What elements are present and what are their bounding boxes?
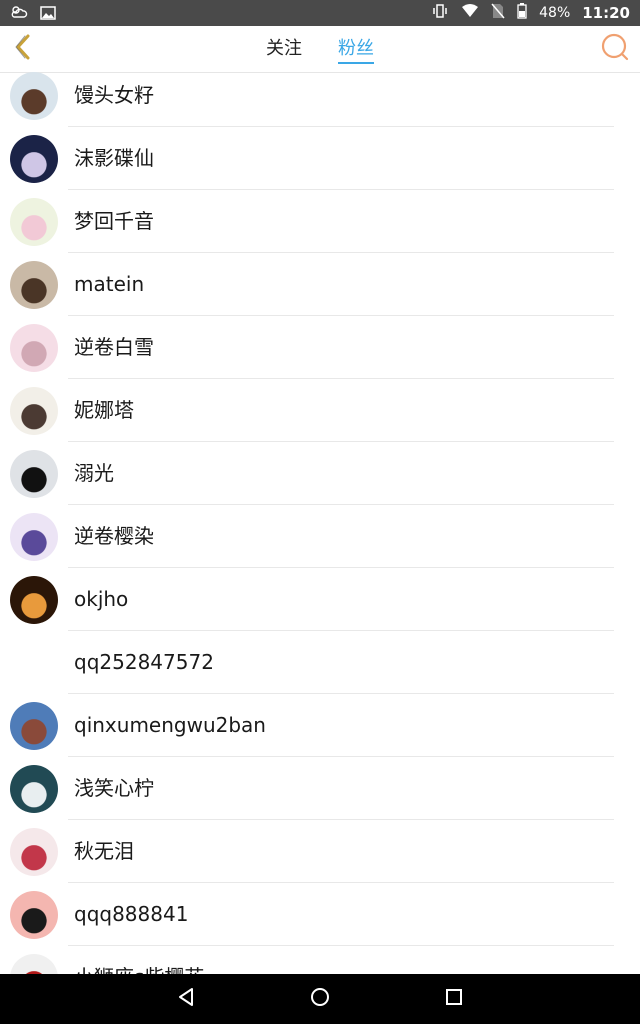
fan-name: 梦回千音 — [74, 209, 154, 233]
fan-name: 馒头女籽 — [74, 83, 154, 107]
list-item[interactable]: 妮娜塔 — [0, 379, 640, 442]
list-item[interactable]: 逆卷樱染 — [0, 505, 640, 568]
fan-name: qqq888841 — [74, 902, 189, 926]
list-item[interactable]: 馒头女籽 — [0, 64, 640, 127]
no-sim-icon — [491, 3, 505, 23]
list-item[interactable]: 小狮座s柴樱花 — [0, 946, 640, 974]
avatar[interactable] — [10, 72, 58, 120]
gallery-icon — [40, 5, 56, 24]
list-item[interactable]: 浅笑心柠 — [0, 757, 640, 820]
back-nav-button[interactable] — [171, 984, 201, 1014]
wifi-icon — [461, 4, 479, 22]
avatar[interactable] — [10, 954, 58, 974]
back-button[interactable] — [6, 32, 40, 66]
navigation-bar — [0, 974, 640, 1024]
avatar[interactable] — [10, 450, 58, 498]
fan-name: 逆卷白雪 — [74, 335, 154, 359]
avatar[interactable] — [10, 135, 58, 183]
list-item[interactable]: 溺光 — [0, 442, 640, 505]
triangle-back-icon — [175, 986, 197, 1012]
status-bar: 48% 11:20 — [0, 0, 640, 26]
list-item[interactable]: 秋无泪 — [0, 820, 640, 883]
fan-name: 小狮座s柴樱花 — [74, 946, 204, 974]
list-item[interactable]: qq252847572 — [0, 631, 640, 694]
list-item[interactable]: 逆卷白雪 — [0, 316, 640, 379]
avatar[interactable] — [10, 891, 58, 939]
chevron-left-icon — [13, 34, 33, 64]
fan-name: 妮娜塔 — [74, 398, 134, 422]
avatar[interactable] — [10, 261, 58, 309]
fan-name: 沫影碟仙 — [74, 146, 154, 170]
avatar[interactable] — [10, 324, 58, 372]
fan-name: 秋无泪 — [74, 839, 134, 863]
fan-name: 浅笑心柠 — [74, 776, 154, 800]
list-item[interactable]: okjho — [0, 568, 640, 631]
fan-name: qq252847572 — [74, 650, 214, 674]
fan-name: 溺光 — [74, 461, 114, 485]
avatar[interactable] — [10, 198, 58, 246]
list-item[interactable]: 梦回千音 — [0, 190, 640, 253]
search-button[interactable] — [598, 32, 632, 66]
vibrate-icon — [431, 3, 449, 23]
avatar[interactable] — [10, 387, 58, 435]
square-recents-icon — [444, 987, 464, 1011]
avatar[interactable] — [10, 576, 58, 624]
fan-name: 逆卷樱染 — [74, 524, 154, 548]
search-icon — [600, 32, 630, 66]
battery-percent: 48% — [539, 5, 571, 21]
clock: 11:20 — [582, 4, 630, 22]
fan-name: qinxumengwu2ban — [74, 713, 266, 737]
list-item[interactable]: 沫影碟仙 — [0, 127, 640, 190]
avatar[interactable] — [10, 639, 58, 687]
list-item[interactable]: qinxumengwu2ban — [0, 694, 640, 757]
avatar[interactable] — [10, 765, 58, 813]
recents-nav-button[interactable] — [439, 984, 469, 1014]
avatar[interactable] — [10, 702, 58, 750]
avatar[interactable] — [10, 828, 58, 876]
avatar[interactable] — [10, 513, 58, 561]
fans-list: 馒头女籽沫影碟仙梦回千音 matein 逆卷白雪妮娜塔溺光逆卷樱染 okjho qq25… — [0, 64, 640, 974]
home-nav-button[interactable] — [305, 984, 335, 1014]
circle-home-icon — [309, 986, 331, 1012]
fan-name: okjho — [74, 587, 129, 611]
fan-name: matein — [74, 272, 145, 296]
weather-icon — [10, 4, 28, 24]
battery-icon — [517, 3, 527, 23]
list-item[interactable]: matein — [0, 253, 640, 316]
list-item[interactable]: qqq888841 — [0, 883, 640, 946]
